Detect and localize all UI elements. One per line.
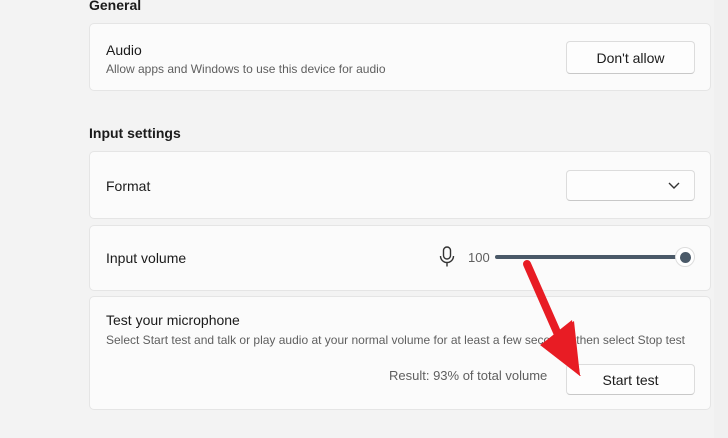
red-arrow-annotation: [523, 260, 581, 376]
scrollbar[interactable]: [714, 0, 728, 438]
